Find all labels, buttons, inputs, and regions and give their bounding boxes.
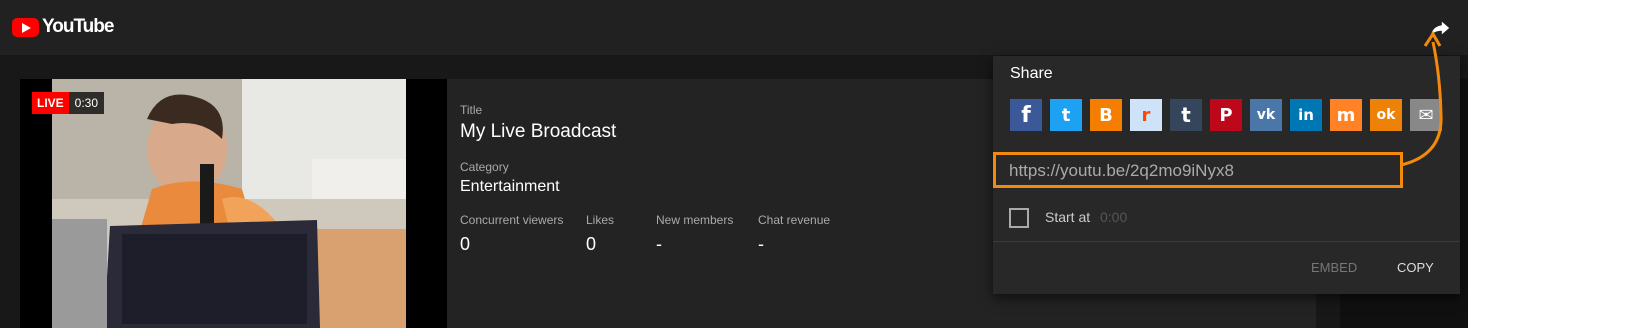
category-label: Category — [460, 160, 509, 174]
video-preview[interactable] — [20, 79, 447, 328]
live-badge: LIVE 0:30 — [32, 92, 105, 114]
stat-value: 0 — [460, 234, 471, 254]
copy-button[interactable]: COPY — [1397, 260, 1434, 275]
stat-value: - — [758, 234, 764, 254]
share-services: f t B r t P vk in m ok ✉ — [1010, 99, 1442, 131]
top-bar: YouTube — [0, 0, 1468, 55]
annotation-arrow-icon — [1400, 31, 1443, 167]
youtube-play-icon — [12, 17, 39, 37]
reddit-icon[interactable]: r — [1130, 99, 1162, 131]
stat-value: 0 — [586, 234, 597, 254]
start-at-checkbox[interactable] — [1009, 208, 1029, 228]
share-heading: Share — [1010, 65, 1053, 82]
share-url-highlight — [993, 152, 1403, 188]
elapsed-time: 0:30 — [68, 92, 105, 114]
stat-label: New members — [656, 213, 734, 227]
embed-button[interactable]: EMBED — [1311, 260, 1357, 275]
title-label: Title — [460, 103, 483, 117]
category-value: Entertainment — [460, 178, 560, 195]
youtube-studio-window: YouTube LIVE 0:30 Title My Live Broadcas… — [0, 0, 1468, 328]
stat-value: - — [656, 234, 662, 254]
tumblr-icon[interactable]: t — [1170, 99, 1202, 131]
linkedin-icon[interactable]: in — [1290, 99, 1322, 131]
logo-text: YouTube — [42, 16, 114, 37]
video-frame-image — [52, 79, 406, 328]
divider — [993, 241, 1460, 242]
stat-label: Chat revenue — [758, 213, 831, 227]
mix-icon[interactable]: m — [1330, 99, 1362, 131]
share-dialog: Share f t B r t P vk in m ok ✉ Start at … — [993, 56, 1460, 294]
blogger-icon[interactable]: B — [1090, 99, 1122, 131]
start-at-label: Start at — [1045, 209, 1091, 225]
youtube-logo[interactable]: YouTube — [12, 16, 114, 37]
stat-label: Concurrent viewers — [460, 213, 564, 227]
facebook-icon[interactable]: f — [1010, 99, 1042, 131]
share-url-field[interactable] — [1009, 161, 1389, 181]
vk-icon[interactable]: vk — [1250, 99, 1282, 131]
start-at-time[interactable]: 0:00 — [1100, 209, 1127, 225]
broadcast-title: My Live Broadcast — [460, 121, 617, 142]
live-label: LIVE — [32, 92, 69, 114]
pinterest-icon[interactable]: P — [1210, 99, 1242, 131]
twitter-icon[interactable]: t — [1050, 99, 1082, 131]
stat-label: Likes — [586, 213, 615, 227]
